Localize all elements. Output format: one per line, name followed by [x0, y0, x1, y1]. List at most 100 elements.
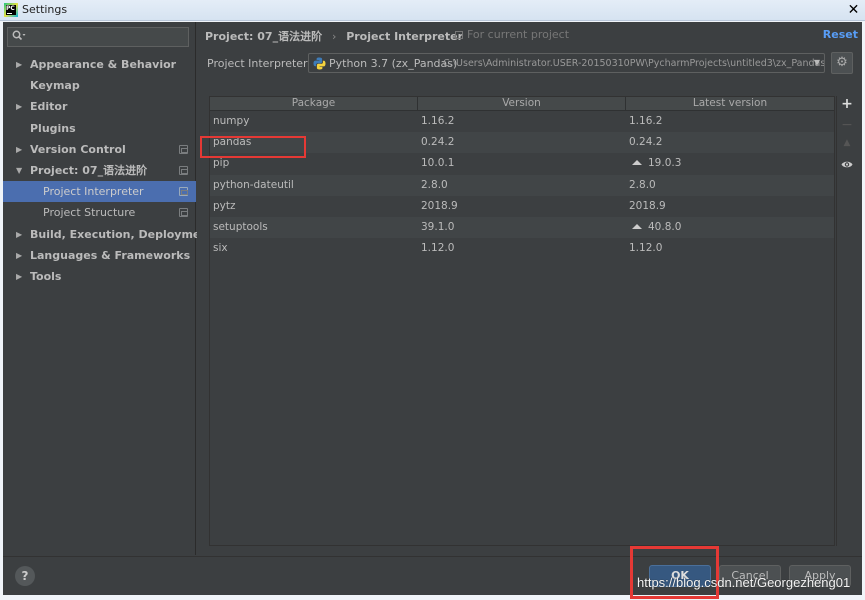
apply-button[interactable]: Apply — [789, 565, 851, 587]
sidebar-item[interactable]: ▶ Appearance & Behavior — [3, 54, 196, 75]
reset-link[interactable]: Reset — [823, 28, 858, 41]
table-row[interactable]: pip 10.0.1 19.0.3 — [210, 153, 834, 175]
help-button[interactable]: ? — [15, 566, 35, 586]
table-row[interactable]: six 1.12.0 1.12.0 — [210, 238, 834, 260]
upgrade-package-button[interactable]: ▲ — [837, 138, 857, 148]
cell-package: six — [210, 238, 418, 259]
sidebar-item[interactable]: ▶ Editor — [3, 96, 196, 117]
column-header-version[interactable]: Version — [418, 97, 626, 111]
sidebar-item[interactable]: ▶ Version Control — [3, 139, 196, 160]
sidebar-item[interactable]: ▶ Build, Execution, Deployment — [3, 224, 213, 245]
interpreter-settings-button[interactable]: ⚙ — [831, 52, 853, 74]
cell-text: 1.12.0 — [629, 242, 663, 255]
project-level-icon — [179, 208, 188, 218]
cell-text: 1.16.2 — [629, 115, 663, 127]
cancel-button[interactable]: Cancel — [719, 565, 781, 587]
sidebar-item[interactable]: ▼ Project: 07_语法进阶 — [3, 160, 196, 181]
interpreter-label: Project Interpreter: — [207, 57, 312, 70]
cell-text: 1.16.2 — [421, 115, 455, 127]
project-level-icon — [179, 144, 188, 154]
expand-arrow-right-icon[interactable]: ▶ — [16, 54, 22, 75]
plus-icon[interactable]: + — [841, 96, 853, 112]
cell-text: 39.1.0 — [421, 220, 455, 233]
sidebar-item-label: Project: 07_语法进阶 — [30, 163, 148, 177]
sidebar-item[interactable]: Plugins — [3, 118, 196, 139]
upgrade-available-icon — [632, 160, 642, 166]
add-package-button[interactable]: + — [837, 96, 857, 112]
table-row[interactable]: pytz 2018.9 2018.9 — [210, 195, 834, 217]
ok-button[interactable]: OK — [649, 565, 711, 587]
cell-text: 10.0.1 — [421, 157, 455, 170]
expand-arrow-right-icon[interactable]: ▶ — [16, 224, 22, 245]
expand-arrow-right-icon[interactable]: ▶ — [16, 245, 22, 266]
interpreter-select[interactable]: Python 3.7 (zx_Pandas) C:\Users\Administ… — [308, 53, 825, 73]
show-early-releases-button[interactable] — [837, 158, 857, 172]
sidebar-item[interactable]: Keymap — [3, 75, 196, 96]
cell-latest: 2.8.0 — [626, 175, 834, 196]
search-input[interactable] — [7, 27, 189, 47]
cell-latest: 2018.9 — [626, 196, 834, 217]
python-icon — [313, 57, 326, 70]
remove-package-button[interactable]: − — [837, 117, 857, 133]
eye-icon[interactable] — [841, 158, 853, 172]
column-header-package[interactable]: Package — [210, 97, 418, 111]
cell-text: 2018.9 — [421, 199, 458, 212]
sidebar-item-label: Languages & Frameworks — [30, 248, 191, 262]
dialog-footer: ? OK Cancel Apply — [3, 556, 862, 595]
expand-arrow-right-icon[interactable]: ▶ — [16, 139, 22, 160]
project-scope-icon — [455, 31, 463, 39]
interpreter-path: C:\Users\Administrator.USER-20150310PW\P… — [443, 58, 825, 69]
sidebar-item-label: Keymap — [30, 79, 80, 93]
cell-text: 2.8.0 — [629, 178, 656, 191]
sidebar-item[interactable]: ▶ Languages & Frameworks — [3, 245, 196, 266]
cell-latest: 1.16.2 — [626, 111, 834, 132]
sidebar-item-label: Plugins — [30, 121, 76, 135]
scope-note: For current project — [455, 28, 569, 41]
chevron-down-icon[interactable]: ▼ — [814, 58, 820, 67]
project-level-icon — [179, 165, 188, 175]
cell-version: 1.12.0 — [418, 238, 626, 259]
expand-arrow-right-icon[interactable]: ▶ — [16, 266, 22, 287]
table-row[interactable]: python-dateutil 2.8.0 2.8.0 — [210, 174, 834, 196]
expand-arrow-down-icon[interactable]: ▼ — [16, 160, 22, 181]
sidebar-item-label: Build, Execution, Deployment — [30, 227, 214, 241]
cell-text: 0.24.2 — [629, 136, 663, 149]
sidebar-item-label: Project Interpreter — [43, 185, 144, 199]
window-title: Settings — [22, 3, 68, 16]
cell-text: setuptools — [213, 220, 268, 233]
cell-text: 2018.9 — [629, 199, 666, 212]
cell-text: pandas — [213, 136, 252, 149]
breadcrumb-page: Project Interpreter — [346, 30, 464, 43]
close-icon[interactable]: ✕ — [848, 2, 860, 18]
cell-version: 2018.9 — [418, 196, 626, 217]
table-row[interactable]: numpy 1.16.2 1.16.2 — [210, 111, 834, 133]
sidebar-item[interactable]: Project Interpreter — [3, 181, 196, 203]
close-button[interactable]: ✕ — [846, 3, 861, 18]
upgrade-available-icon — [632, 223, 642, 229]
minus-icon[interactable]: − — [841, 117, 853, 133]
pycharm-icon: PC — [4, 3, 18, 17]
breadcrumb-separator: › — [331, 30, 337, 43]
help-icon[interactable]: ? — [22, 569, 29, 583]
upgrade-icon[interactable]: ▲ — [844, 138, 851, 148]
scope-note-text: For current project — [467, 28, 570, 41]
expand-arrow-right-icon[interactable]: ▶ — [16, 96, 22, 117]
column-header-latest-version[interactable]: Latest version — [626, 97, 834, 111]
cell-text: 40.8.0 — [648, 220, 682, 233]
sidebar-item[interactable]: ▶ Tools — [3, 266, 196, 287]
cell-text: 2.8.0 — [421, 178, 448, 191]
cell-package: python-dateutil — [210, 175, 418, 196]
project-interpreter-panel: Project: 07_语法进阶 › Project Interpreter F… — [197, 22, 862, 555]
cell-text: six — [213, 242, 228, 255]
table-row[interactable]: setuptools 39.1.0 40.8.0 — [210, 216, 834, 239]
gear-icon[interactable]: ⚙ — [836, 55, 848, 70]
cell-version: 1.16.2 — [418, 111, 626, 132]
sidebar-item-label: Appearance & Behavior — [30, 58, 177, 71]
table-row[interactable]: pandas 0.24.2 0.24.2 — [210, 132, 834, 154]
sidebar-item-label: Version Control — [30, 142, 126, 156]
sidebar-item[interactable]: Project Structure — [3, 202, 196, 223]
cell-latest: 19.0.3 — [626, 153, 834, 174]
package-toolbar: + − ▲ — [836, 96, 856, 546]
search-icon[interactable] — [12, 30, 26, 44]
sidebar-item-label: Project Structure — [43, 206, 136, 220]
